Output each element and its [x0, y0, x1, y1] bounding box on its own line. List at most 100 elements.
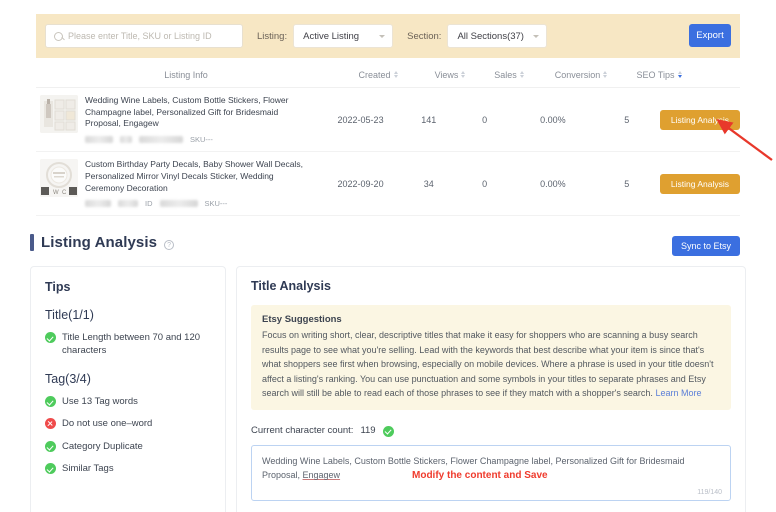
tip-label: Similar Tags	[62, 463, 114, 475]
redacted-shop-name	[85, 200, 111, 208]
learn-more-link[interactable]: Learn More	[655, 388, 701, 398]
cell-created: 2022-09-20	[337, 178, 384, 189]
listing-text: Custom Birthday Party Decals, Baby Showe…	[85, 159, 313, 208]
search-placeholder: Please enter Title, SKU or Listing ID	[68, 31, 212, 41]
section-filter-label: Section:	[407, 30, 442, 42]
page-title: Listing Analysis	[41, 234, 158, 251]
cell-seo-tips: 5	[624, 178, 630, 189]
column-label: Views	[434, 69, 459, 80]
sort-icon[interactable]	[519, 70, 524, 79]
cell-created: 2022-05-23	[337, 114, 384, 125]
cell-actions: Listing Analysis	[659, 173, 740, 194]
listing-thumbnail: W C	[40, 159, 78, 198]
cell-sales: 0	[482, 178, 488, 189]
list-item: Do not use one–word	[45, 417, 211, 430]
listing-analysis-page: Please enter Title, SKU or Listing ID Li…	[0, 0, 776, 512]
chevron-down-icon	[533, 34, 540, 38]
cell-sales: 0	[482, 114, 488, 125]
cell-actions: Listing Analysis	[659, 109, 740, 130]
svg-text:W: W	[53, 190, 59, 196]
sort-icon[interactable]	[393, 70, 398, 79]
column-label: Conversion	[554, 69, 601, 80]
character-count-value: 119	[360, 425, 376, 437]
sort-icon-active[interactable]	[677, 70, 682, 79]
cell-views: 141	[421, 114, 437, 125]
title-editor-counter: 119/140	[697, 488, 722, 496]
column-listing-info: Listing Info	[36, 70, 336, 80]
export-button[interactable]: Export	[689, 24, 731, 47]
listing-text: Wedding Wine Labels, Custom Bottle Stick…	[85, 95, 313, 144]
column-label: SEO Tips	[636, 69, 675, 80]
redacted-shop-tag	[120, 136, 132, 144]
table-header-row: Listing Info Created Views Sales Convers…	[36, 62, 740, 88]
tips-title-group: Title(1/1)	[45, 308, 94, 322]
cell-conversion: 0.00%	[540, 114, 566, 125]
chevron-down-icon	[379, 34, 386, 38]
listing-info-cell: W C Custom Birthday Party Decals, Baby S…	[36, 152, 321, 215]
title-analysis-heading: Title Analysis	[251, 279, 331, 293]
table-row[interactable]: Wedding Wine Labels, Custom Bottle Stick…	[36, 88, 740, 153]
list-item: Category Duplicate	[45, 440, 211, 453]
redacted-listing-id	[139, 136, 183, 144]
tips-tag-group: Tag(3/4)	[45, 371, 91, 386]
etsy-suggestions-text: Focus on writing short, clear, descripti…	[262, 328, 720, 401]
column-label: Created	[358, 69, 391, 80]
redacted-listing-id	[159, 200, 198, 208]
cell-conversion: 0.00%	[540, 178, 566, 189]
section-header: Listing Analysis ?	[30, 234, 175, 251]
listing-meta: ID SKU---	[85, 199, 313, 208]
check-circle-icon	[45, 440, 56, 452]
listing-title: Custom Birthday Party Decals, Baby Showe…	[85, 159, 303, 193]
character-count-label: Current character count:	[251, 425, 354, 437]
redacted-shop-tag	[118, 200, 138, 208]
section-filter-value: All Sections(37)	[457, 30, 524, 42]
character-count-row: Current character count: 119	[251, 425, 731, 437]
section-filter-select[interactable]: All Sections(37)	[447, 24, 548, 48]
column-views[interactable]: Views	[420, 70, 480, 80]
search-icon	[54, 31, 63, 41]
listing-thumbnail	[40, 95, 78, 133]
check-circle-icon	[45, 463, 56, 475]
svg-text:C: C	[62, 190, 67, 196]
filter-toolbar: Please enter Title, SKU or Listing ID Li…	[36, 14, 740, 58]
search-input[interactable]: Please enter Title, SKU or Listing ID	[45, 24, 243, 48]
section-accent-bar	[30, 234, 34, 251]
cell-views: 34	[423, 178, 434, 189]
listing-sku: SKU---	[204, 199, 228, 209]
etsy-suggestions-heading: Etsy Suggestions	[262, 314, 342, 325]
title-editor[interactable]: Wedding Wine Labels, Custom Bottle Stick…	[251, 444, 731, 501]
list-item: Similar Tags	[45, 462, 211, 475]
sort-icon[interactable]	[603, 70, 608, 79]
suggestions-body: Focus on writing short, clear, descripti…	[262, 330, 714, 399]
tip-label: Category Duplicate	[62, 440, 143, 452]
column-sales[interactable]: Sales	[480, 70, 538, 80]
listing-sku: SKU---	[190, 135, 213, 145]
tip-label: Title Length between 70 and 120 characte…	[62, 332, 201, 357]
column-conversion[interactable]: Conversion	[538, 70, 624, 80]
x-circle-icon	[45, 418, 56, 430]
listing-filter-value: Active Listing	[303, 30, 360, 42]
check-circle-icon	[45, 332, 56, 343]
title-analysis-panel: Title Analysis Etsy Suggestions Focus on…	[236, 266, 746, 512]
listing-title: Wedding Wine Labels, Custom Bottle Stick…	[85, 95, 289, 129]
sort-icon[interactable]	[461, 70, 466, 79]
check-circle-icon	[382, 425, 394, 437]
column-label: Listing Info	[164, 69, 208, 80]
listing-meta: SKU---	[85, 135, 313, 144]
annotation-modify-and-save: Modify the content and Save	[412, 469, 548, 481]
listing-filter-label: Listing:	[257, 30, 288, 42]
tips-panel: Tips Title(1/1) Title Length between 70 …	[30, 266, 226, 512]
column-created[interactable]: Created	[336, 70, 420, 80]
column-label: Sales	[494, 69, 517, 80]
listing-analysis-button[interactable]: Listing Analysis	[659, 173, 740, 194]
listing-analysis-button[interactable]: Listing Analysis	[659, 109, 740, 130]
help-icon[interactable]: ?	[164, 239, 175, 250]
tip-label: Use 13 Tag words	[62, 395, 138, 407]
sync-to-etsy-button[interactable]: Sync to Etsy	[671, 236, 740, 256]
table-row[interactable]: W C Custom Birthday Party Decals, Baby S…	[36, 152, 740, 217]
column-seo-tips[interactable]: SEO Tips	[624, 70, 694, 80]
redacted-shop-name	[85, 136, 113, 144]
listing-filter-select[interactable]: Active Listing	[293, 24, 394, 48]
list-item: Title Length between 70 and 120 characte…	[45, 331, 211, 358]
listing-id-label: ID	[145, 199, 153, 209]
